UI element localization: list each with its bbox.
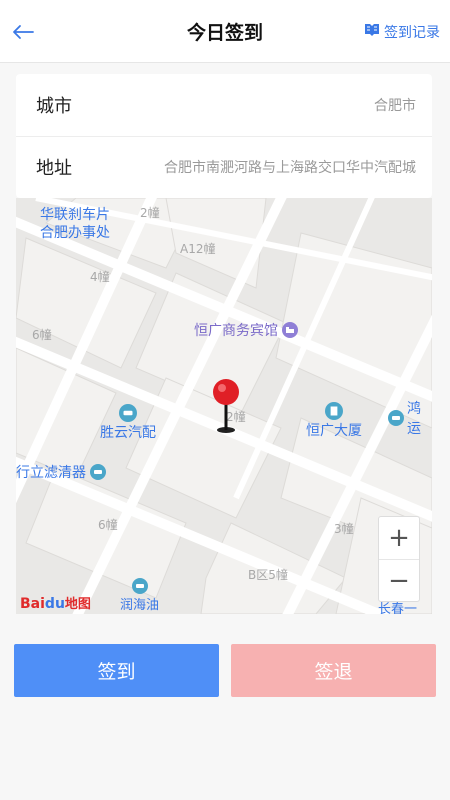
app-header: 今日签到 签到记录 [0, 0, 450, 63]
city-row: 城市 合肥市 [16, 74, 432, 137]
building-label: 4幢 [90, 270, 110, 284]
building-label: 2幢 [140, 206, 160, 220]
baidu-map-logo: Baidu地图 [20, 596, 91, 612]
checkout-button[interactable]: 签退 [231, 644, 436, 697]
poi-shengyun[interactable]: 胜云汽配 [100, 404, 156, 442]
poi-label: 润海油 [120, 598, 160, 613]
zoom-control: + − [378, 516, 420, 602]
poi-hengguang-hotel[interactable]: 恒广商务宾馆 [194, 320, 298, 340]
map-view[interactable]: 华联刹车片 合肥办事处 2幢 A12幢 4幢 6幢 恒广商务宾馆 2幢 鸿运 胜… [16, 198, 432, 614]
location-card: 城市 合肥市 地址 合肥市南淝河路与上海路交口华中汽配城 [16, 74, 432, 198]
poi-label: 鸿运 [407, 401, 421, 437]
building-label: 6幢 [98, 518, 118, 532]
checkin-history-button[interactable]: 签到记录 [364, 22, 440, 42]
car-icon [90, 464, 106, 480]
city-label: 城市 [36, 96, 72, 117]
building-label: 3幢 [334, 522, 354, 536]
history-label: 签到记录 [384, 25, 440, 41]
poi-hengguang-tower[interactable]: 恒广大厦 [306, 402, 362, 440]
poi-lvqingqi[interactable]: 行立滤清器 [16, 462, 106, 482]
building-label: B区5幢 [248, 568, 288, 582]
zoom-in-button[interactable]: + [379, 517, 419, 560]
checkin-button[interactable]: 签到 [14, 644, 219, 697]
poi-hualian-line2: 合肥办事处 [40, 225, 110, 241]
zoom-out-button[interactable]: − [379, 560, 419, 602]
car-icon [131, 578, 148, 594]
address-row: 地址 合肥市南淝河路与上海路交口华中汽配城 [16, 136, 432, 198]
hotel-icon [282, 322, 298, 338]
poi-label: 行立滤清器 [16, 465, 86, 481]
building-label: 6幢 [32, 328, 52, 342]
car-icon [388, 410, 404, 426]
poi-hongyun[interactable]: 鸿运 [388, 398, 432, 438]
building-icon [325, 402, 343, 420]
address-label: 地址 [36, 158, 72, 179]
poi-runhaiyou[interactable]: 润海油 [120, 578, 159, 613]
poi-label: 恒广商务宾馆 [194, 323, 278, 339]
city-value: 合肥市 [374, 98, 416, 114]
address-value: 合肥市南淝河路与上海路交口华中汽配城 [164, 160, 416, 176]
poi-label: 胜云汽配 [100, 425, 156, 441]
poi-label: 恒广大厦 [306, 423, 362, 439]
location-pin-icon [212, 378, 240, 434]
poi-hualian-line1: 华联刹车片 [40, 207, 110, 223]
building-label: A12幢 [180, 242, 216, 256]
book-icon [364, 22, 380, 42]
car-icon [119, 404, 137, 422]
